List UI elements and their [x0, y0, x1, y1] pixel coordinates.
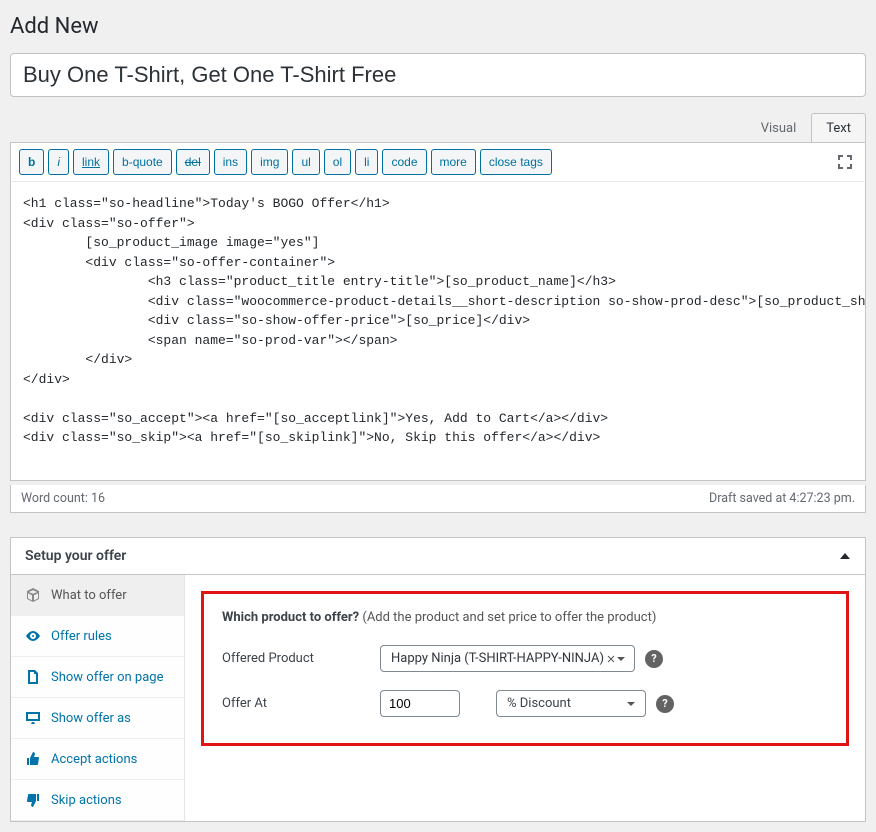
qt-bquote-button[interactable]: b-quote	[113, 149, 172, 175]
qt-italic-button[interactable]: i	[48, 149, 69, 175]
offer-at-unit-value: % Discount	[507, 696, 571, 711]
post-title-input[interactable]	[10, 53, 866, 97]
chevron-down-icon	[625, 698, 637, 710]
qt-ins-button[interactable]: ins	[214, 149, 247, 175]
qt-ul-button[interactable]: ul	[292, 149, 319, 175]
offer-at-row: Offer At % Discount ?	[222, 690, 828, 717]
question-bold: Which product to offer?	[222, 610, 359, 625]
question-rest: (Add the product and set price to offer …	[359, 610, 656, 625]
sidebar-item-skip-actions[interactable]: Skip actions	[11, 780, 184, 821]
tab-visual[interactable]: Visual	[746, 113, 812, 142]
editor: Visual Text b i link b-quote del ins img…	[10, 113, 866, 513]
sidebar-item-label: Skip actions	[51, 793, 122, 808]
help-icon[interactable]: ?	[645, 650, 663, 668]
cube-icon	[25, 587, 41, 603]
editor-tabs: Visual Text	[10, 113, 866, 142]
qt-closetags-button[interactable]: close tags	[480, 149, 552, 175]
offered-product-select[interactable]: Happy Ninja (T-SHIRT-HAPPY-NINJA)	[380, 645, 635, 672]
offer-at-unit-select[interactable]: % Discount	[496, 690, 646, 717]
qt-bold-button[interactable]: b	[19, 149, 44, 175]
setup-offer-panel: Setup your offer What to offer Offer rul…	[10, 537, 866, 822]
draft-saved: Draft saved at 4:27:23 pm.	[709, 491, 855, 506]
sidebar-item-show-as[interactable]: Show offer as	[11, 698, 184, 739]
quicktags-toolbar: b i link b-quote del ins img ul ol li co…	[10, 142, 866, 181]
sidebar-item-label: Show offer as	[51, 711, 131, 726]
sidebar-item-label: Show offer on page	[51, 670, 164, 685]
thumbs-up-icon	[25, 751, 41, 767]
eye-icon	[25, 628, 41, 644]
content-textarea[interactable]	[10, 181, 866, 481]
word-count: Word count: 16	[21, 491, 105, 506]
tab-text[interactable]: Text	[811, 113, 866, 142]
qt-code-button[interactable]: code	[382, 149, 426, 175]
select-caret-icon	[607, 654, 626, 664]
sidebar-item-label: Accept actions	[51, 752, 137, 767]
sidebar-item-label: Offer rules	[51, 629, 112, 644]
setup-side-nav: What to offer Offer rules Show offer on …	[11, 575, 185, 821]
qt-link-button[interactable]: link	[73, 149, 109, 175]
qt-img-button[interactable]: img	[251, 149, 288, 175]
qt-more-button[interactable]: more	[431, 149, 476, 175]
setup-offer-heading-label: Setup your offer	[25, 548, 126, 564]
setup-offer-body: What to offer Offer rules Show offer on …	[11, 575, 865, 821]
help-icon[interactable]: ?	[656, 695, 674, 713]
qt-del-button[interactable]: del	[176, 149, 210, 175]
qt-li-button[interactable]: li	[355, 149, 378, 175]
sidebar-item-what-to-offer[interactable]: What to offer	[11, 575, 184, 616]
collapse-icon[interactable]	[839, 550, 851, 562]
sidebar-item-show-on-page[interactable]: Show offer on page	[11, 657, 184, 698]
page-title: Add New	[10, 10, 866, 53]
editor-status-bar: Word count: 16 Draft saved at 4:27:23 pm…	[10, 485, 866, 513]
sidebar-item-accept-actions[interactable]: Accept actions	[11, 739, 184, 780]
setup-offer-heading[interactable]: Setup your offer	[11, 538, 865, 575]
sidebar-item-offer-rules[interactable]: Offer rules	[11, 616, 184, 657]
offer-pane: Which product to offer? (Add the product…	[185, 575, 865, 821]
highlight-box: Which product to offer? (Add the product…	[201, 591, 849, 746]
offered-product-label: Offered Product	[222, 651, 370, 666]
question-line: Which product to offer? (Add the product…	[222, 610, 828, 625]
desktop-icon	[25, 710, 41, 726]
qt-ol-button[interactable]: ol	[324, 149, 351, 175]
page-icon	[25, 669, 41, 685]
offered-product-row: Offered Product Happy Ninja (T-SHIRT-HAP…	[222, 645, 828, 672]
thumbs-down-icon	[25, 792, 41, 808]
fullscreen-icon[interactable]	[833, 150, 857, 174]
offer-at-label: Offer At	[222, 696, 370, 711]
offer-at-input[interactable]	[380, 690, 460, 717]
sidebar-item-label: What to offer	[51, 588, 127, 603]
offered-product-value: Happy Ninja (T-SHIRT-HAPPY-NINJA)	[391, 651, 604, 666]
